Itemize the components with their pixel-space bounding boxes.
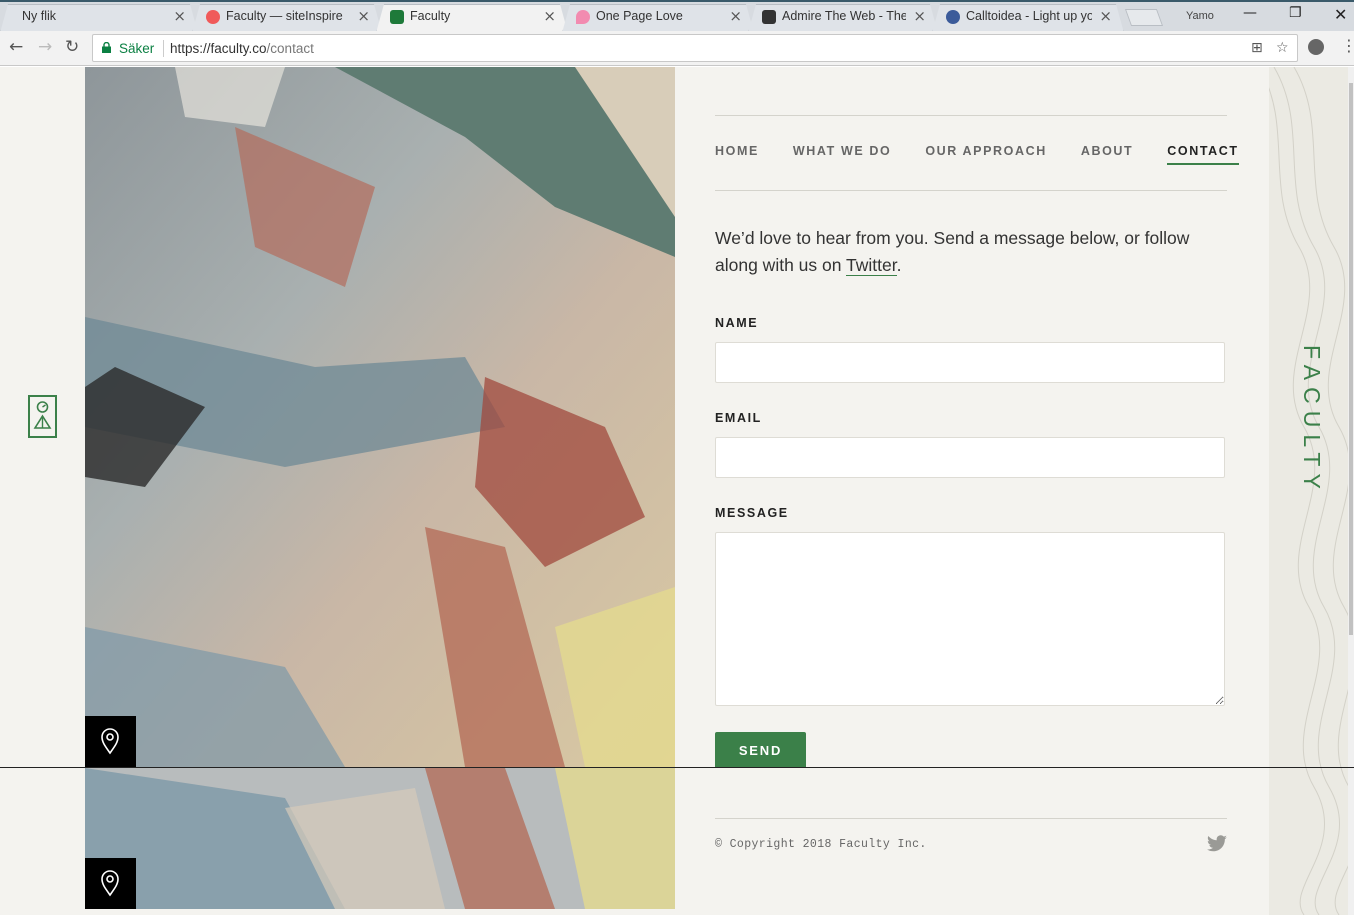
name-field[interactable]	[715, 342, 1225, 383]
brand-vertical[interactable]: FACULTY	[1298, 345, 1325, 496]
email-label: EMAIL	[715, 411, 762, 425]
back-arrow-icon[interactable]: ←	[9, 37, 23, 57]
tab-close-icon[interactable]: ×	[543, 7, 556, 25]
tab-close-icon[interactable]: ×	[173, 7, 186, 25]
new-tab-button[interactable]	[1124, 9, 1164, 26]
tab-close-icon[interactable]: ×	[913, 7, 926, 25]
tab-label: Calltoidea - Light up yo	[966, 9, 1092, 23]
browser-tab[interactable]: Faculty — siteInspire ×	[192, 4, 382, 33]
secure-label: Säker	[119, 41, 155, 56]
tab-label: Faculty — siteInspire	[226, 9, 343, 23]
url-text[interactable]: https://faculty.co/contact	[170, 41, 314, 56]
restore-icon[interactable]: ❐	[1289, 5, 1302, 21]
browser-tab[interactable]: Ny flik ×	[0, 4, 198, 33]
email-field[interactable]	[715, 437, 1225, 478]
browser-tab-active[interactable]: Faculty ×	[376, 4, 568, 33]
scrollbar[interactable]	[1348, 67, 1354, 915]
nav-home[interactable]: HOME	[715, 144, 759, 165]
twitter-link[interactable]: Twitter	[846, 255, 897, 276]
translate-icon[interactable]: ⊞	[1251, 40, 1263, 56]
tab-label: Admire The Web - The	[782, 9, 906, 23]
nav-what-we-do[interactable]: WHAT WE DO	[793, 144, 891, 165]
siteinspire-favicon-icon	[206, 10, 220, 24]
minimize-icon[interactable]: —	[1243, 5, 1257, 21]
location-pin-icon	[101, 870, 119, 897]
tab-label: Ny flik	[22, 9, 57, 23]
tab-close-icon[interactable]: ×	[357, 7, 370, 25]
copyright-text: © Copyright 2018 Faculty Inc.	[715, 838, 927, 851]
contact-intro: We’d love to hear from you. Send a messa…	[715, 228, 1190, 276]
tab-label: One Page Love	[596, 9, 683, 23]
twitter-icon[interactable]	[1206, 835, 1228, 858]
browser-tab[interactable]: Calltoidea - Light up yo ×	[932, 4, 1124, 33]
nav-about[interactable]: ABOUT	[1081, 144, 1133, 165]
message-field[interactable]	[715, 532, 1225, 706]
message-label: MESSAGE	[715, 506, 789, 520]
profile-name[interactable]: Yamo	[1186, 10, 1214, 22]
extension-icon[interactable]	[1308, 39, 1324, 55]
browser-toolbar: ← → ↻ Säker https://faculty.co/contact ⊞…	[0, 31, 1354, 66]
bookmark-star-icon[interactable]: ☆	[1276, 40, 1289, 56]
faculty-logo-icon[interactable]	[28, 395, 57, 438]
forward-arrow-icon[interactable]: →	[38, 37, 52, 57]
browser-tab[interactable]: One Page Love ×	[562, 4, 754, 33]
name-label: NAME	[715, 316, 759, 330]
address-bar[interactable]: Säker https://faculty.co/contact ⊞ ☆	[92, 34, 1298, 62]
browser-tab[interactable]: Admire The Web - The ×	[748, 4, 938, 33]
tab-close-icon[interactable]: ×	[729, 7, 742, 25]
location-pin-icon	[101, 728, 119, 755]
calltoidea-favicon-icon	[946, 10, 960, 24]
heart-favicon-icon	[576, 10, 590, 24]
browser-tab-bar: Ny flik × Faculty — siteInspire × Facult…	[0, 0, 1354, 31]
reload-icon[interactable]: ↻	[65, 37, 79, 57]
terrain-photo-repeat	[85, 768, 675, 909]
tab-label: Faculty	[410, 9, 451, 23]
tab-close-icon[interactable]: ×	[1099, 7, 1112, 25]
lock-icon	[102, 42, 111, 53]
page-content: FACULTY HOME WHAT WE DO OUR APPROACH ABO…	[0, 67, 1354, 915]
location-button[interactable]	[85, 858, 136, 909]
faculty-favicon-icon	[390, 10, 404, 24]
main-nav: HOME WHAT WE DO OUR APPROACH ABOUT CONTA…	[715, 144, 1239, 165]
send-button[interactable]: SEND	[715, 732, 806, 768]
terrain-photo	[85, 67, 675, 767]
nav-contact[interactable]: CONTACT	[1167, 144, 1239, 165]
close-window-icon[interactable]: ✕	[1334, 5, 1347, 24]
nav-our-approach[interactable]: OUR APPROACH	[925, 144, 1047, 165]
location-button[interactable]	[85, 716, 136, 767]
admire-the-web-favicon-icon	[762, 10, 776, 24]
browser-menu-icon[interactable]: ⋮	[1341, 36, 1354, 55]
